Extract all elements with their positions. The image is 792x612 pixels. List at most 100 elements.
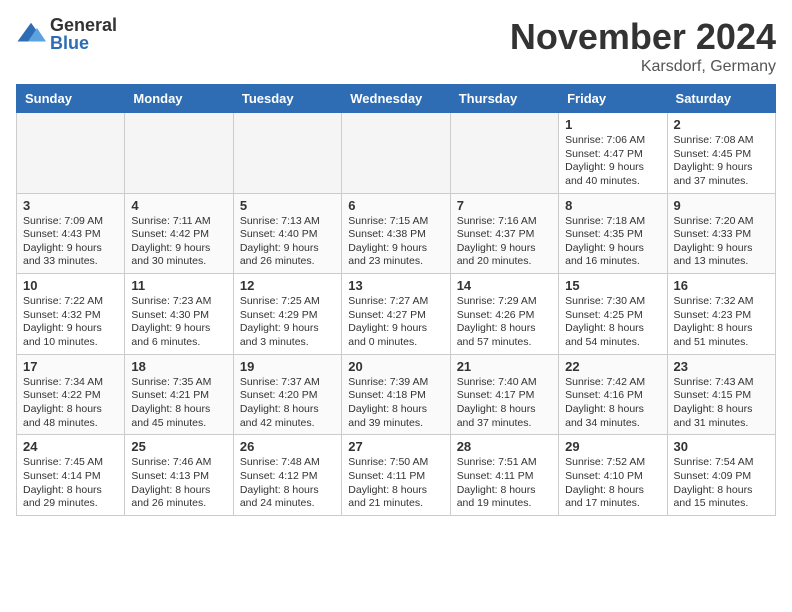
day-number: 9 [674, 198, 769, 213]
day-info: Daylight: 8 hours [131, 484, 226, 498]
day-info: and 37 minutes. [674, 175, 769, 189]
col-header-monday: Monday [125, 85, 233, 113]
day-info: Sunrise: 7:15 AM [348, 215, 443, 229]
col-header-tuesday: Tuesday [233, 85, 341, 113]
day-info: Sunrise: 7:25 AM [240, 295, 335, 309]
calendar-cell: 15Sunrise: 7:30 AMSunset: 4:25 PMDayligh… [559, 274, 667, 355]
day-number: 24 [23, 439, 118, 454]
day-info: Sunrise: 7:23 AM [131, 295, 226, 309]
calendar-cell: 28Sunrise: 7:51 AMSunset: 4:11 PMDayligh… [450, 435, 558, 516]
day-info: Sunrise: 7:11 AM [131, 215, 226, 229]
day-info: Sunrise: 7:39 AM [348, 376, 443, 390]
day-info: and 0 minutes. [348, 336, 443, 350]
day-info: Sunrise: 7:13 AM [240, 215, 335, 229]
day-info: Sunset: 4:11 PM [348, 470, 443, 484]
day-info: and 29 minutes. [23, 497, 118, 511]
calendar-cell: 10Sunrise: 7:22 AMSunset: 4:32 PMDayligh… [17, 274, 125, 355]
calendar-cell: 8Sunrise: 7:18 AMSunset: 4:35 PMDaylight… [559, 193, 667, 274]
calendar-week-row: 10Sunrise: 7:22 AMSunset: 4:32 PMDayligh… [17, 274, 776, 355]
day-info: Sunrise: 7:30 AM [565, 295, 660, 309]
day-info: Sunset: 4:21 PM [131, 389, 226, 403]
day-info: Sunrise: 7:08 AM [674, 134, 769, 148]
calendar-cell: 25Sunrise: 7:46 AMSunset: 4:13 PMDayligh… [125, 435, 233, 516]
calendar-week-row: 24Sunrise: 7:45 AMSunset: 4:14 PMDayligh… [17, 435, 776, 516]
day-info: Sunset: 4:32 PM [23, 309, 118, 323]
day-info: Daylight: 8 hours [240, 484, 335, 498]
day-info: Sunset: 4:10 PM [565, 470, 660, 484]
calendar-body: 1Sunrise: 7:06 AMSunset: 4:47 PMDaylight… [17, 113, 776, 516]
calendar-week-row: 17Sunrise: 7:34 AMSunset: 4:22 PMDayligh… [17, 354, 776, 435]
calendar-cell: 21Sunrise: 7:40 AMSunset: 4:17 PMDayligh… [450, 354, 558, 435]
day-number: 22 [565, 359, 660, 374]
day-info: Sunrise: 7:52 AM [565, 456, 660, 470]
calendar-cell: 22Sunrise: 7:42 AMSunset: 4:16 PMDayligh… [559, 354, 667, 435]
day-info: Sunrise: 7:43 AM [674, 376, 769, 390]
day-info: Daylight: 8 hours [674, 484, 769, 498]
day-info: and 13 minutes. [674, 255, 769, 269]
day-info: Sunset: 4:15 PM [674, 389, 769, 403]
day-info: Sunset: 4:40 PM [240, 228, 335, 242]
day-number: 14 [457, 278, 552, 293]
logo-icon [16, 19, 46, 49]
day-info: Daylight: 8 hours [348, 403, 443, 417]
col-header-thursday: Thursday [450, 85, 558, 113]
calendar-cell: 20Sunrise: 7:39 AMSunset: 4:18 PMDayligh… [342, 354, 450, 435]
day-number: 25 [131, 439, 226, 454]
day-info: Sunrise: 7:42 AM [565, 376, 660, 390]
day-info: Daylight: 8 hours [131, 403, 226, 417]
day-info: Daylight: 8 hours [565, 403, 660, 417]
day-number: 29 [565, 439, 660, 454]
calendar-cell: 13Sunrise: 7:27 AMSunset: 4:27 PMDayligh… [342, 274, 450, 355]
day-info: and 21 minutes. [348, 497, 443, 511]
day-info: Daylight: 9 hours [23, 242, 118, 256]
day-info: Daylight: 9 hours [23, 322, 118, 336]
day-info: Sunset: 4:43 PM [23, 228, 118, 242]
day-info: Sunset: 4:22 PM [23, 389, 118, 403]
day-info: Sunrise: 7:34 AM [23, 376, 118, 390]
day-info: Daylight: 9 hours [674, 161, 769, 175]
day-info: and 51 minutes. [674, 336, 769, 350]
calendar-cell: 30Sunrise: 7:54 AMSunset: 4:09 PMDayligh… [667, 435, 775, 516]
calendar-cell: 26Sunrise: 7:48 AMSunset: 4:12 PMDayligh… [233, 435, 341, 516]
day-info: Daylight: 8 hours [565, 484, 660, 498]
day-info: and 24 minutes. [240, 497, 335, 511]
calendar-cell: 17Sunrise: 7:34 AMSunset: 4:22 PMDayligh… [17, 354, 125, 435]
day-number: 1 [565, 117, 660, 132]
calendar-cell: 1Sunrise: 7:06 AMSunset: 4:47 PMDaylight… [559, 113, 667, 194]
day-info: Sunset: 4:33 PM [674, 228, 769, 242]
day-info: Daylight: 9 hours [131, 242, 226, 256]
logo: General Blue [16, 16, 117, 52]
day-info: and 57 minutes. [457, 336, 552, 350]
day-info: Daylight: 8 hours [565, 322, 660, 336]
calendar-cell: 9Sunrise: 7:20 AMSunset: 4:33 PMDaylight… [667, 193, 775, 274]
day-info: Sunrise: 7:51 AM [457, 456, 552, 470]
day-info: Sunrise: 7:29 AM [457, 295, 552, 309]
day-number: 12 [240, 278, 335, 293]
day-info: Sunrise: 7:48 AM [240, 456, 335, 470]
day-info: Sunrise: 7:06 AM [565, 134, 660, 148]
day-info: Sunrise: 7:20 AM [674, 215, 769, 229]
day-info: Sunset: 4:25 PM [565, 309, 660, 323]
day-number: 10 [23, 278, 118, 293]
calendar-week-row: 3Sunrise: 7:09 AMSunset: 4:43 PMDaylight… [17, 193, 776, 274]
day-info: and 26 minutes. [131, 497, 226, 511]
location: Karsdorf, Germany [510, 58, 776, 76]
day-info: Sunrise: 7:32 AM [674, 295, 769, 309]
day-info: and 39 minutes. [348, 417, 443, 431]
day-info: and 42 minutes. [240, 417, 335, 431]
day-info: Sunset: 4:45 PM [674, 148, 769, 162]
day-number: 7 [457, 198, 552, 213]
day-number: 20 [348, 359, 443, 374]
day-info: Daylight: 9 hours [131, 322, 226, 336]
day-info: and 26 minutes. [240, 255, 335, 269]
day-number: 23 [674, 359, 769, 374]
day-info: Sunrise: 7:50 AM [348, 456, 443, 470]
col-header-saturday: Saturday [667, 85, 775, 113]
day-info: Sunset: 4:30 PM [131, 309, 226, 323]
day-info: and 54 minutes. [565, 336, 660, 350]
day-info: Sunrise: 7:27 AM [348, 295, 443, 309]
day-info: Sunrise: 7:35 AM [131, 376, 226, 390]
calendar-cell [17, 113, 125, 194]
calendar-cell: 14Sunrise: 7:29 AMSunset: 4:26 PMDayligh… [450, 274, 558, 355]
day-info: Sunset: 4:29 PM [240, 309, 335, 323]
